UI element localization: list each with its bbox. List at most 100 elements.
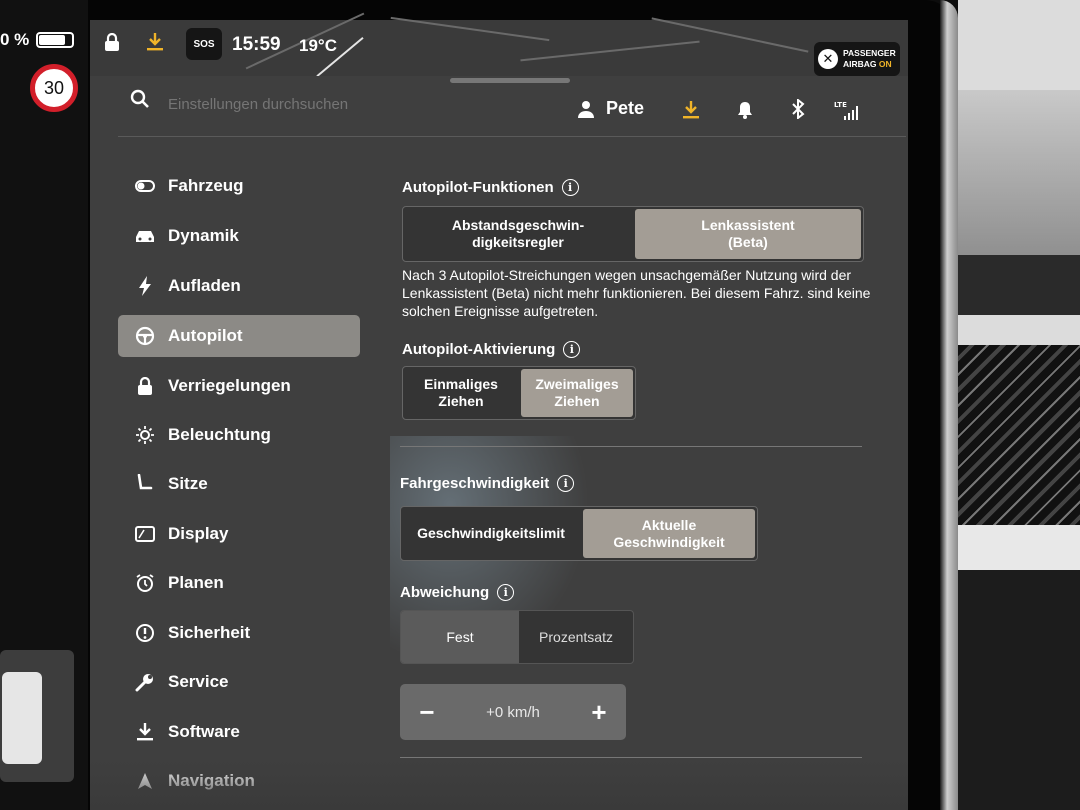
sidebar-item-sicherheit[interactable]: Sicherheit — [118, 612, 360, 654]
passenger-airbag-indicator: ✕ PASSENGER AIRBAG ON — [814, 42, 900, 76]
sidebar-item-label: Display — [168, 524, 229, 543]
sidebar-item-label: Beleuchtung — [168, 425, 271, 444]
interior-trim — [958, 525, 1080, 570]
option-autosteer-beta[interactable]: Lenkassistent (Beta) — [634, 209, 861, 259]
sidebar-item-fahrzeug[interactable]: Fahrzeug — [118, 165, 360, 207]
vehicle-thumbnail[interactable] — [0, 650, 74, 782]
sidebar-item-label: Fahrzeug — [168, 176, 244, 195]
option-label-line2: Geschwindigkeit — [613, 533, 725, 550]
info-icon[interactable]: i — [497, 584, 515, 601]
sidebar-item-label: Planen — [168, 573, 224, 592]
sidebar-item-verriegelungen[interactable]: Verriegelungen — [118, 365, 360, 407]
option-label-line1: Einmaliges — [424, 376, 498, 392]
speed-selector: Geschwindigkeitslimit Aktuelle Geschwindi… — [400, 506, 758, 561]
download-icon[interactable] — [146, 32, 164, 57]
clock: 15:59 — [232, 34, 281, 55]
sidebar-item-label: Aufladen — [168, 276, 241, 295]
lock-icon — [134, 375, 156, 397]
network-type-label: LTE — [834, 101, 847, 109]
option-fixed[interactable]: Fest — [401, 611, 519, 663]
airbag-label: PASSENGER — [843, 48, 896, 58]
section-title-text: Autopilot-Funktionen — [402, 179, 554, 196]
sidebar-item-planen[interactable]: Planen — [118, 562, 360, 604]
info-icon[interactable]: i — [561, 179, 579, 196]
option-label-line2: (Beta) — [728, 234, 768, 250]
increase-button[interactable]: + — [584, 697, 614, 728]
option-label-line1: Lenkassistent — [701, 217, 795, 233]
screen-bezel-edge — [940, 0, 958, 810]
option-single-pull[interactable]: Einmaliges Ziehen — [403, 367, 519, 419]
section-title-text: Abweichung — [400, 584, 490, 601]
autopilot-features-selector: Abstandsgeschwin-digkeitsregler Lenkassi… — [402, 206, 864, 262]
section-divider — [400, 757, 862, 758]
decrease-button[interactable]: − — [412, 697, 442, 728]
option-label-line2: digkeitsregler — [472, 234, 564, 250]
airbag-state: ON — [878, 59, 892, 69]
autopilot-activation-selector: Einmaliges Ziehen Zweimaliges Ziehen — [402, 366, 636, 420]
car-icon — [134, 225, 156, 247]
settings-search-input[interactable] — [168, 93, 548, 115]
car-top-view-icon — [2, 672, 42, 764]
lock-icon[interactable] — [104, 32, 120, 56]
airbag-label-2: AIRBAG — [843, 59, 877, 69]
option-label: Fest — [446, 628, 474, 645]
software-download-icon[interactable] — [682, 100, 700, 125]
info-icon[interactable]: i — [563, 341, 581, 358]
bell-icon[interactable] — [737, 101, 753, 124]
option-label-line1: Abstandsgeschwin- — [451, 217, 585, 233]
section-divider — [400, 446, 862, 447]
interior-lower-panel — [958, 570, 1080, 810]
display-icon — [134, 523, 156, 545]
info-icon[interactable]: i — [557, 475, 575, 492]
sidebar-item-dynamik[interactable]: Dynamik — [118, 215, 360, 257]
sidebar-item-label: Verriegelungen — [168, 376, 291, 395]
sidebar-item-label: Service — [168, 672, 229, 691]
option-label-line2: Ziehen — [554, 393, 600, 409]
speed-title: Fahrgeschwindigkeit i — [400, 475, 575, 492]
section-title-text: Fahrgeschwindigkeit — [400, 475, 550, 492]
sidebar-item-beleuchtung[interactable]: Beleuchtung — [118, 414, 360, 456]
header-divider — [118, 136, 906, 137]
sidebar-item-label: Software — [168, 722, 240, 741]
map-strip: 0 % 30 — [0, 0, 88, 810]
option-label: Geschwindigkeitslimit — [417, 525, 565, 541]
sos-button[interactable]: SOS — [186, 28, 222, 60]
autopilot-features-title: Autopilot-Funktionen i — [402, 179, 579, 196]
sidebar-item-autopilot[interactable]: Autopilot — [118, 315, 360, 357]
search-icon[interactable] — [130, 89, 150, 114]
sheet-drag-handle[interactable] — [450, 78, 570, 83]
sidebar-item-label: Dynamik — [168, 226, 239, 245]
option-speed-limit[interactable]: Geschwindigkeitslimit — [401, 507, 581, 560]
seat-icon — [134, 473, 156, 495]
sidebar-item-label: Sicherheit — [168, 623, 251, 642]
section-title-text: Autopilot-Aktivierung — [402, 341, 556, 358]
sidebar-item-software[interactable]: Software — [118, 711, 360, 753]
sidebar-item-sitze[interactable]: Sitze — [118, 463, 360, 505]
option-double-pull[interactable]: Zweimaliges Ziehen — [521, 369, 633, 417]
option-traffic-aware-cruise-control[interactable]: Abstandsgeschwin-digkeitsregler — [403, 207, 633, 261]
offset-title: Abweichung i — [400, 584, 515, 601]
option-label-line1: Zweimaliges — [535, 376, 619, 392]
toggle-icon — [134, 175, 156, 197]
battery-percentage: 0 % — [0, 30, 30, 49]
sidebar-item-display[interactable]: Display — [118, 513, 360, 555]
option-label: Prozentsatz — [539, 628, 613, 645]
outside-temperature: 19°C — [299, 36, 337, 55]
wrench-icon — [134, 671, 156, 693]
sidebar-item-aufladen[interactable]: Aufladen — [118, 265, 360, 307]
option-percentage[interactable]: Prozentsatz — [519, 611, 633, 663]
carbon-fiber-trim — [958, 345, 1080, 525]
sidebar-item-label: Navigation — [168, 771, 255, 790]
user-profile-name[interactable]: Pete — [606, 98, 644, 119]
download-icon — [134, 721, 156, 743]
sidebar-item-label: Autopilot — [168, 326, 243, 345]
option-current-speed[interactable]: Aktuelle Geschwindigkeit — [583, 509, 755, 558]
alarm-clock-icon — [134, 572, 156, 594]
airbag-icon: ✕ — [818, 49, 838, 69]
sidebar-item-service[interactable]: Service — [118, 661, 360, 703]
bluetooth-icon[interactable] — [791, 97, 805, 124]
user-icon[interactable] — [577, 100, 595, 123]
interior-panel — [958, 90, 1080, 260]
sidebar-item-navigation[interactable]: Navigation — [118, 760, 360, 802]
autopilot-strike-description: Nach 3 Autopilot-Streichungen wegen unsa… — [402, 267, 871, 319]
